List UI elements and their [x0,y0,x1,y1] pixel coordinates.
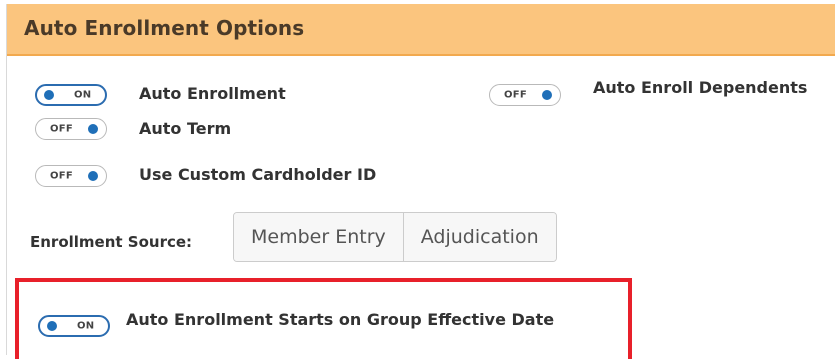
starts-on-group-effective-date-label: Auto Enrollment Starts on Group Effectiv… [126,310,555,329]
toggle-knob-icon [47,321,57,331]
starts-on-group-effective-date-toggle[interactable]: ON [38,315,110,337]
custom-cardholder-id-toggle[interactable]: OFF [35,165,107,187]
enrollment-source-button-group: Member Entry Adjudication [233,212,557,262]
toggle-knob-icon [542,90,552,100]
toggle-knob-icon [88,171,98,181]
auto-term-label: Auto Term [139,119,232,138]
member-entry-button[interactable]: Member Entry [234,213,403,261]
panel-header: Auto Enrollment Options [7,4,835,56]
enrollment-source-label: Enrollment Source: [30,233,193,251]
toggle-state-text: OFF [50,123,74,135]
auto-term-toggle[interactable]: OFF [35,118,107,140]
toggle-state-text: OFF [504,89,528,101]
auto-enrollment-label: Auto Enrollment [139,84,286,103]
adjudication-button[interactable]: Adjudication [402,213,556,261]
toggle-state-text: ON [74,89,92,101]
auto-enrollment-options-panel: Auto Enrollment Options ON Auto Enrollme… [6,4,835,359]
auto-enroll-dependents-label: Auto Enroll Dependents [593,78,808,97]
toggle-knob-icon [88,124,98,134]
toggle-knob-icon [44,90,54,100]
toggle-state-text: ON [77,320,95,332]
panel-title: Auto Enrollment Options [24,16,305,40]
custom-cardholder-id-label: Use Custom Cardholder ID [139,165,377,184]
toggle-state-text: OFF [50,170,74,182]
auto-enroll-dependents-toggle[interactable]: OFF [489,84,561,106]
auto-enrollment-toggle[interactable]: ON [35,84,107,106]
